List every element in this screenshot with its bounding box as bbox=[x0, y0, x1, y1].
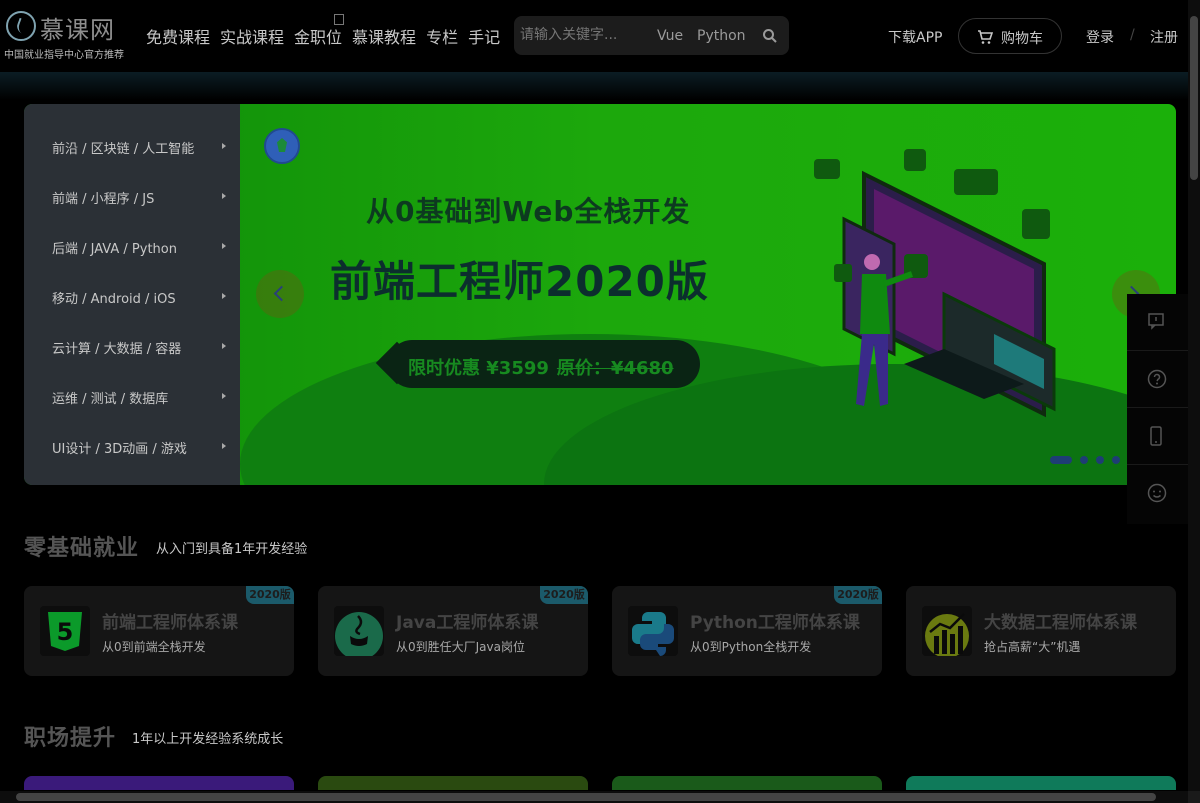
category-ops[interactable]: 运维 / 测试 / 数据库 bbox=[52, 388, 232, 407]
course-title: 大数据工程师体系课 bbox=[984, 613, 1137, 633]
original-price: 原价：¥4680 bbox=[556, 358, 674, 379]
help-icon bbox=[1147, 369, 1167, 389]
banner-pagination bbox=[1050, 456, 1136, 464]
banner-headline: 前端工程师2020版 bbox=[330, 257, 709, 306]
search-icon[interactable] bbox=[762, 28, 778, 44]
java-icon bbox=[334, 606, 384, 656]
cart-button[interactable]: 购物车 bbox=[958, 18, 1062, 54]
pagination-dot[interactable] bbox=[1112, 456, 1120, 464]
banner-prev-button[interactable] bbox=[256, 270, 304, 318]
nav-notes[interactable]: 手记 bbox=[468, 24, 500, 48]
logo-flame-icon bbox=[6, 11, 36, 41]
version-badge: 2020版 bbox=[834, 586, 882, 604]
nav-columns[interactable]: 专栏 bbox=[426, 24, 458, 48]
category-cloud[interactable]: 云计算 / 大数据 / 容器 bbox=[52, 338, 232, 357]
message-icon bbox=[1148, 313, 1164, 330]
top-header: 慕课网 中国就业指导中心官方推荐 免费课程 实战课程 金职位 慕课教程 专栏 手… bbox=[0, 0, 1188, 72]
search-box: Vue Python bbox=[514, 16, 789, 55]
site-logo[interactable]: 慕课网 中国就业指导中心官方推荐 bbox=[4, 8, 134, 64]
search-tag-vue[interactable]: Vue bbox=[657, 28, 683, 44]
logo-subtitle: 中国就业指导中心官方推荐 bbox=[4, 50, 124, 61]
version-badge: 2020版 bbox=[540, 586, 588, 604]
banner-medal-icon bbox=[264, 128, 300, 164]
side-toolbar bbox=[1127, 294, 1188, 524]
category-design[interactable]: UI设计 / 3D动画 / 游戏 bbox=[52, 438, 232, 457]
horizontal-scrollbar[interactable] bbox=[0, 791, 1188, 803]
vertical-scrollbar[interactable] bbox=[1188, 0, 1200, 791]
new-badge-icon bbox=[334, 14, 345, 25]
nav-practical-courses[interactable]: 实战课程 bbox=[220, 24, 284, 48]
login-separator: / bbox=[1130, 27, 1135, 43]
nav-free-courses[interactable]: 免费课程 bbox=[146, 24, 210, 48]
horizontal-scroll-thumb[interactable] bbox=[16, 793, 1156, 801]
message-button[interactable] bbox=[1127, 294, 1188, 351]
phone-icon bbox=[1150, 426, 1162, 446]
course-card-frontend[interactable]: 2020版 5 前端工程师体系课 从0到前端全栈开发 bbox=[24, 586, 294, 676]
category-frontend[interactable]: 前端 / 小程序 / JS bbox=[52, 188, 232, 207]
logo-text: 慕课网 bbox=[40, 16, 115, 44]
search-tag-python[interactable]: Python bbox=[697, 28, 746, 44]
section-title: 职场提升 bbox=[24, 726, 117, 751]
python-icon bbox=[628, 606, 678, 656]
register-link[interactable]: 注册 bbox=[1150, 27, 1178, 47]
chevron-right-icon bbox=[222, 243, 226, 249]
course-card-java[interactable]: 2020版 Java工程师体系课 从0到胜任大厂Java岗位 bbox=[318, 586, 588, 676]
section-title: 零基础就业 bbox=[24, 536, 140, 561]
developer-illustration bbox=[814, 149, 1056, 418]
category-frontier[interactable]: 前沿 / 区块链 / 人工智能 bbox=[52, 138, 232, 157]
promo-text: 限时优惠 ¥3599 原价：¥4680 bbox=[408, 354, 674, 380]
course-subtitle: 从0到Python全栈开发 bbox=[690, 640, 812, 654]
main-nav: 免费课程 实战课程 金职位 慕课教程 专栏 手记 bbox=[146, 14, 510, 48]
category-mobile[interactable]: 移动 / Android / iOS bbox=[52, 288, 232, 307]
course-card-preview[interactable] bbox=[906, 776, 1176, 790]
scrollbar-corner bbox=[1188, 791, 1200, 803]
nav-gold-jobs[interactable]: 金职位 bbox=[294, 14, 345, 48]
section-subtitle: 从入门到具备1年开发经验 bbox=[156, 542, 308, 557]
vertical-scroll-thumb[interactable] bbox=[1190, 16, 1198, 180]
course-subtitle: 抢占高薪“大”机遇 bbox=[984, 640, 1081, 654]
course-subtitle: 从0到胜任大厂Java岗位 bbox=[396, 640, 525, 654]
nav-gold-jobs-label: 金职位 bbox=[294, 28, 343, 47]
cart-label: 购物车 bbox=[1001, 31, 1043, 47]
category-backend[interactable]: 后端 / JAVA / Python bbox=[52, 238, 232, 257]
pagination-dot[interactable] bbox=[1080, 456, 1088, 464]
search-input[interactable] bbox=[518, 26, 638, 44]
pagination-dot[interactable] bbox=[1096, 456, 1104, 464]
feedback-icon bbox=[1147, 483, 1167, 503]
download-app-link[interactable]: 下载APP bbox=[888, 27, 942, 47]
course-card-bigdata[interactable]: 大数据工程师体系课 抢占高薪“大”机遇 bbox=[906, 586, 1176, 676]
course-subtitle: 从0到前端全栈开发 bbox=[102, 640, 206, 654]
chevron-right-icon bbox=[222, 143, 226, 149]
course-title: 前端工程师体系课 bbox=[102, 613, 238, 633]
svg-text:5: 5 bbox=[57, 618, 74, 646]
cart-icon bbox=[978, 30, 993, 44]
feedback-button[interactable] bbox=[1127, 465, 1188, 522]
course-card-python[interactable]: 2020版 Python工程师体系课 从0到Python全栈开发 bbox=[612, 586, 882, 676]
banner-title: 从0基础到Web全栈开发 bbox=[366, 195, 691, 228]
app-button[interactable] bbox=[1127, 408, 1188, 465]
help-button[interactable] bbox=[1127, 351, 1188, 408]
course-title: Java工程师体系课 bbox=[396, 613, 539, 633]
chevron-right-icon bbox=[222, 443, 226, 449]
chevron-right-icon bbox=[222, 343, 226, 349]
course-card-preview[interactable] bbox=[318, 776, 588, 790]
course-card-preview[interactable] bbox=[612, 776, 882, 790]
html5-icon: 5 bbox=[40, 606, 90, 656]
bigdata-icon bbox=[922, 606, 972, 656]
chevron-right-icon bbox=[222, 193, 226, 199]
login-link[interactable]: 登录 bbox=[1086, 27, 1114, 47]
pagination-dot[interactable] bbox=[1050, 456, 1072, 464]
promo-price: 限时优惠 ¥3599 bbox=[408, 358, 549, 379]
version-badge: 2020版 bbox=[246, 586, 294, 604]
section-subtitle: 1年以上开发经验系统成长 bbox=[132, 732, 284, 747]
course-card-preview[interactable] bbox=[24, 776, 294, 790]
course-title: Python工程师体系课 bbox=[690, 613, 860, 633]
category-menu: 前沿 / 区块链 / 人工智能 前端 / 小程序 / JS 后端 / JAVA … bbox=[24, 104, 240, 485]
header-shadow bbox=[0, 72, 1188, 100]
chevron-right-icon bbox=[222, 293, 226, 299]
hero-banner[interactable]: 前沿 / 区块链 / 人工智能 前端 / 小程序 / JS 后端 / JAVA … bbox=[24, 104, 1176, 485]
chevron-right-icon bbox=[222, 393, 226, 399]
nav-tutorials[interactable]: 慕课教程 bbox=[352, 24, 416, 48]
